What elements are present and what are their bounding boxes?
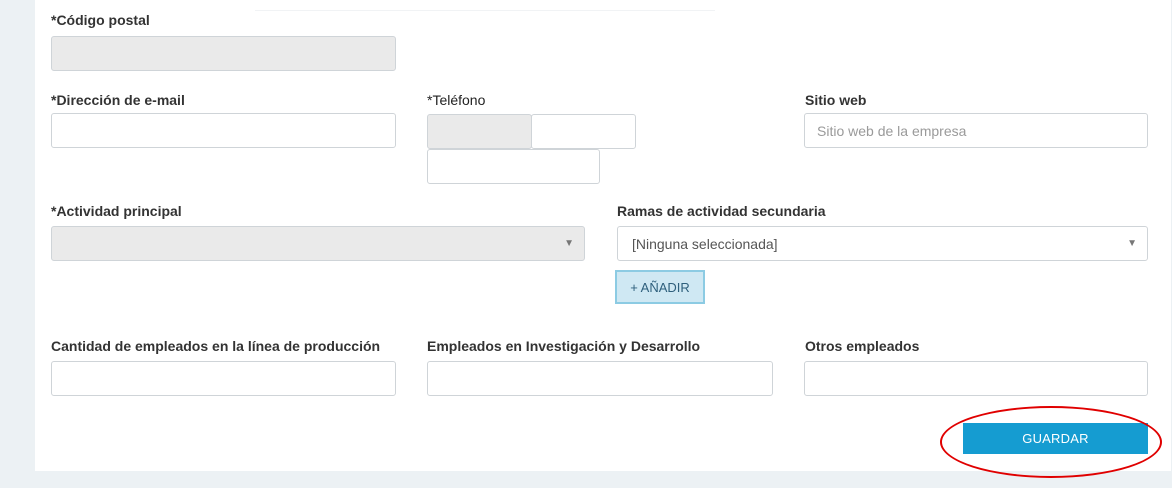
phone-label: *Teléfono [427,92,486,108]
phone-extra-input[interactable] [427,149,600,184]
other-employees-input[interactable] [804,361,1148,396]
website-label: Sitio web [805,92,867,108]
postal-code-input[interactable] [51,36,396,71]
caret-down-icon: ▼ [1127,238,1137,249]
add-secondary-activity-button[interactable]: + AÑADIR [615,270,705,304]
other-employees-label: Otros empleados [805,338,920,354]
secondary-activity-select[interactable]: [Ninguna seleccionada] ▼ [617,226,1148,261]
main-activity-label: *Actividad principal [51,203,182,219]
production-employees-input[interactable] [51,361,396,396]
save-button[interactable]: GUARDAR [963,423,1148,454]
secondary-activity-label: Ramas de actividad secundaria [617,203,826,219]
secondary-activity-value: [Ninguna seleccionada] [632,236,778,252]
postal-code-label: *Código postal [51,12,150,28]
website-input[interactable] [804,113,1148,148]
production-employees-label: Cantidad de empleados en la línea de pro… [51,338,381,354]
divider [255,10,715,11]
rd-employees-label: Empleados en Investigación y Desarrollo [427,338,701,354]
phone-country-code-input[interactable] [427,114,532,149]
rd-employees-input[interactable] [427,361,773,396]
main-activity-select[interactable]: ▼ [51,226,585,261]
phone-number-input[interactable] [531,114,636,149]
email-input[interactable] [51,113,396,148]
email-label: *Dirección de e-mail [51,92,185,108]
caret-down-icon: ▼ [564,238,574,249]
